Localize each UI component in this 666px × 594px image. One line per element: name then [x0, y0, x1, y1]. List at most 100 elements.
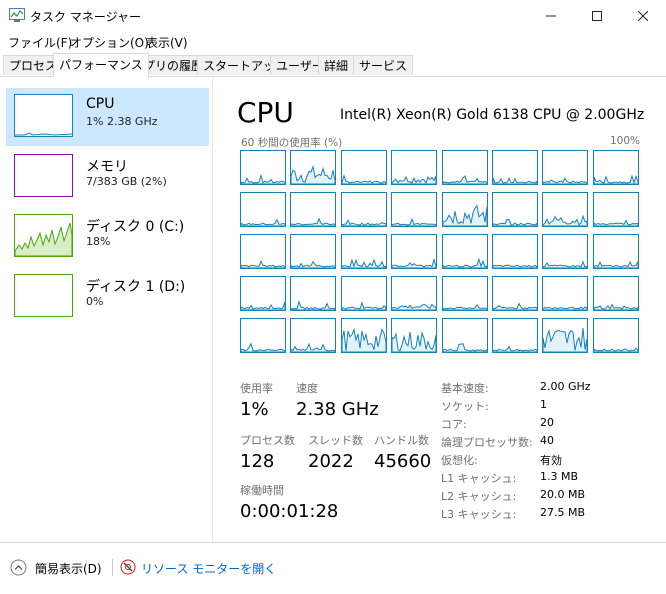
resource-name: ディスク 0 (C:): [86, 219, 185, 235]
spec-value-logical-processors: 40: [540, 434, 554, 447]
logical-processor-graph: [593, 276, 639, 311]
speed-label: 速度: [296, 382, 318, 395]
resource-detail: 1% 2.38 GHz: [86, 115, 158, 128]
resource-name: メモリ: [86, 159, 128, 175]
spec-label-sockets: ソケット:: [441, 400, 489, 413]
tab-details[interactable]: 詳細: [318, 55, 355, 75]
disk-1-thumbnail-graph: [14, 274, 73, 317]
window-title: タスク マネージャー: [30, 10, 141, 24]
spec-value-cores: 20: [540, 416, 554, 429]
tab-services[interactable]: サービス: [353, 55, 414, 75]
speed-value: 2.38 GHz: [296, 399, 379, 420]
resource-name: ディスク 1 (D:): [86, 279, 186, 295]
graph-axis-label: 60 秒間の使用率 (%): [241, 137, 343, 149]
menu-view[interactable]: 表示(V): [146, 34, 188, 51]
spec-label-l2-cache: L2 キャッシュ:: [441, 490, 517, 503]
processes-value: 128: [240, 451, 275, 472]
cpu-thumbnail-graph: [14, 94, 73, 137]
tab-bar: プロセス パフォーマンス アプリの履歴 スタートアップ ユーザー 詳細 サービス: [0, 53, 666, 77]
logical-processor-graph: [240, 150, 286, 185]
tab-performance[interactable]: パフォーマンス: [53, 53, 149, 77]
close-icon: [638, 10, 648, 21]
logical-processor-graph: [290, 192, 336, 227]
handles-label: ハンドル数: [374, 434, 429, 447]
logical-processor-graph: [391, 234, 437, 269]
spec-label-logical-processors: 論理プロセッサ数:: [441, 436, 533, 449]
resource-detail: 18%: [86, 235, 111, 248]
maximize-button[interactable]: [574, 0, 620, 31]
threads-label: スレッド数: [308, 434, 363, 447]
logical-processor-graph: [542, 318, 588, 353]
logical-processor-graph: [593, 234, 639, 269]
open-resource-monitor-link[interactable]: リソース モニターを開く: [141, 560, 276, 577]
logical-processor-graph: [492, 318, 538, 353]
menu-options[interactable]: オプション(O): [70, 34, 149, 51]
spec-value-l2-cache: 20.0 MB: [540, 488, 586, 501]
logical-processor-graph: [341, 150, 387, 185]
processes-label: プロセス数: [240, 434, 295, 447]
spec-label-cores: コア:: [441, 418, 467, 431]
footer-bar: 簡易表示(D) リソース モニターを開く: [0, 542, 666, 594]
logical-processor-graph: [391, 150, 437, 185]
logical-processor-graph: [542, 192, 588, 227]
chevron-up-icon[interactable]: [10, 559, 27, 576]
minimize-icon: [546, 15, 556, 16]
uptime-value: 0:00:01:28: [240, 501, 339, 522]
threads-value: 2022: [308, 451, 354, 472]
logical-processor-graph: [442, 318, 488, 353]
handles-value: 45660: [374, 451, 432, 472]
menu-file[interactable]: ファイル(F): [8, 34, 72, 51]
resource-detail: 0%: [86, 295, 104, 308]
logical-processor-graph: [492, 150, 538, 185]
spec-value-base-speed: 2.00 GHz: [540, 380, 591, 393]
disk-0-thumbnail-graph: [14, 214, 73, 257]
logical-processor-graph: [442, 234, 488, 269]
memory-thumbnail-graph: [14, 154, 73, 197]
logical-processor-graph: [391, 276, 437, 311]
logical-processor-graph: [593, 150, 639, 185]
logical-processor-graph: [542, 234, 588, 269]
resource-item-memory[interactable]: メモリ 7/383 GB (2%): [6, 148, 209, 206]
resource-item-disk-0[interactable]: ディスク 0 (C:) 18%: [6, 208, 209, 266]
menu-bar: ファイル(F) オプション(O) 表示(V): [0, 31, 666, 52]
logical-processor-graph: [240, 276, 286, 311]
resource-monitor-icon[interactable]: [120, 559, 136, 575]
resource-item-cpu[interactable]: CPU 1% 2.38 GHz: [6, 88, 209, 146]
logical-processor-graph: [442, 150, 488, 185]
logical-processor-graph: [492, 234, 538, 269]
logical-processor-graph: [290, 276, 336, 311]
logical-processor-graph: [290, 234, 336, 269]
graph-max-label: 100%: [609, 135, 640, 147]
title-bar: タスク マネージャー: [0, 0, 666, 31]
logical-processor-graph: [492, 192, 538, 227]
spec-label-base-speed: 基本速度:: [441, 382, 489, 395]
logical-processor-graph: [240, 234, 286, 269]
resource-name: CPU: [86, 96, 115, 112]
logical-processor-graph: [341, 192, 387, 227]
page-title: CPU: [237, 96, 294, 129]
usage-label: 使用率: [240, 382, 273, 395]
logical-processor-graph: [442, 276, 488, 311]
logical-processor-graph: [542, 150, 588, 185]
spec-value-l1-cache: 1.3 MB: [540, 470, 579, 483]
logical-processor-graph: [341, 234, 387, 269]
logical-processor-graph: [240, 318, 286, 353]
minimize-button[interactable]: [528, 0, 574, 31]
resource-detail: 7/383 GB (2%): [86, 175, 167, 188]
resource-list: CPU 1% 2.38 GHz メモリ 7/383 GB (2%) ディスク 0…: [0, 77, 213, 542]
logical-processor-graph: [290, 318, 336, 353]
spec-value-virtualization: 有効: [540, 454, 562, 467]
cpu-model-name: Intel(R) Xeon(R) Gold 6138 CPU @ 2.00GHz: [340, 107, 645, 123]
logical-processor-graph: [341, 318, 387, 353]
spec-value-sockets: 1: [540, 398, 547, 411]
logical-processor-graph: [240, 192, 286, 227]
footer-divider: [112, 559, 113, 576]
spec-value-l3-cache: 27.5 MB: [540, 506, 586, 519]
logical-processor-graph: [341, 276, 387, 311]
spec-label-l1-cache: L1 キャッシュ:: [441, 472, 517, 485]
resource-item-disk-1[interactable]: ディスク 1 (D:) 0%: [6, 268, 209, 326]
logical-processor-graph: [593, 192, 639, 227]
close-button[interactable]: [620, 0, 666, 31]
fewer-details-link[interactable]: 簡易表示(D): [35, 560, 102, 577]
logical-processor-graph: [391, 318, 437, 353]
